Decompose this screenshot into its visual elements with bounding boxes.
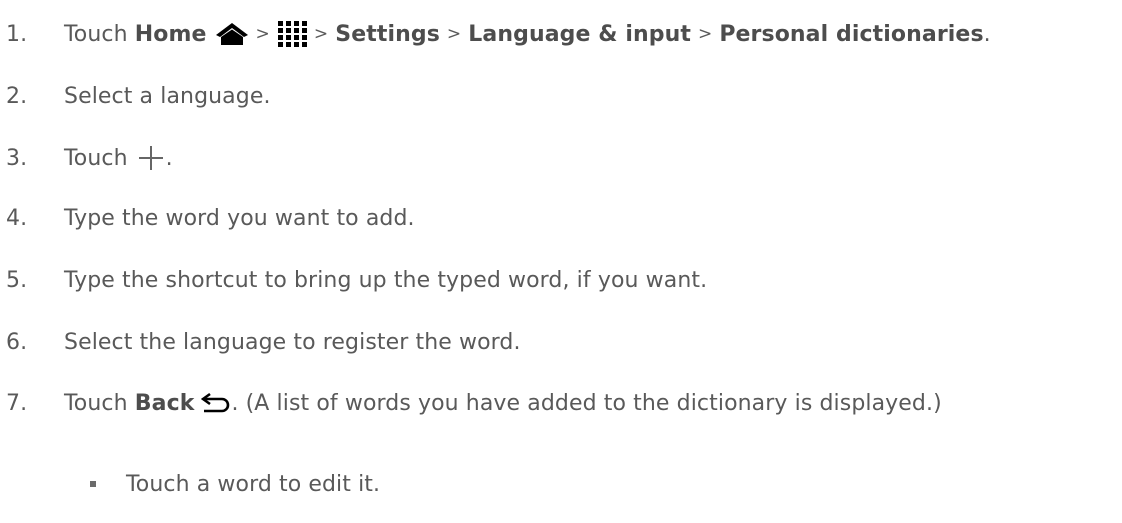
home-label: Home (134, 21, 207, 47)
step-verb: Touch (64, 21, 128, 47)
step-text: Touch Home > > Settings > Language & inp… (64, 20, 991, 48)
step-end: . (165, 145, 173, 171)
step-number: 3. (6, 145, 28, 171)
home-icon (215, 22, 249, 46)
separator: > (446, 24, 462, 44)
language-input-label: Language & input (468, 21, 691, 47)
separator: > (313, 24, 329, 44)
step-end: . (983, 21, 991, 47)
step-text: Select the language to register the word… (64, 329, 521, 355)
separator: > (255, 24, 270, 44)
step-number: 7. (6, 390, 28, 416)
step-number: 2. (6, 83, 28, 109)
step-number: 4. (6, 205, 28, 231)
step-text: Type the word you want to add. (64, 205, 415, 231)
step-number: 6. (6, 329, 28, 355)
step-number: 1. (6, 21, 28, 47)
personal-dictionaries-label: Personal dictionaries (719, 21, 984, 47)
apps-grid-icon (277, 20, 307, 48)
step-number: 5. (6, 267, 28, 293)
step-text: Select a language. (64, 83, 271, 109)
bullet-marker (90, 481, 96, 487)
separator: > (697, 24, 713, 44)
step-text: Touch Back . (A list of words you have a… (64, 391, 942, 416)
add-icon (138, 145, 164, 171)
step-text: Type the shortcut to bring up the typed … (64, 267, 708, 293)
sub-bullet-text: Touch a word to edit it. (126, 471, 381, 497)
step-text: Touch . (64, 145, 173, 171)
step-rest: . (A list of words you have added to the… (231, 390, 942, 416)
back-arrow-icon (201, 392, 231, 414)
back-label: Back (134, 390, 195, 416)
settings-label: Settings (335, 21, 440, 47)
step-verb: Touch (64, 145, 128, 171)
step-verb: Touch (64, 390, 128, 416)
